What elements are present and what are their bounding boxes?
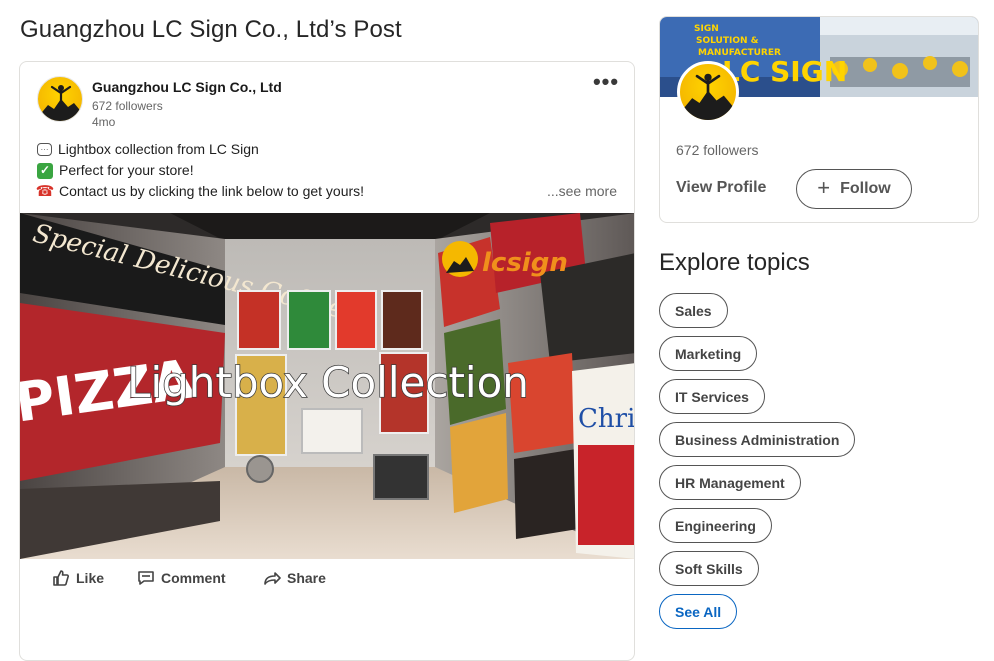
company-card: SIGN SOLUTION & MANUFACTURER LC SIGN 672…	[659, 16, 979, 223]
view-profile-button[interactable]: View Profile	[676, 179, 766, 197]
post-timestamp: 4mo	[92, 115, 116, 129]
comment-button[interactable]: Comment	[137, 569, 226, 587]
post-line-text: Lightbox collection from LC Sign	[58, 141, 259, 157]
lightbox-room-photo: Special Delicious Coffee PIZZA Christ	[20, 213, 635, 559]
topic-sales[interactable]: Sales	[659, 293, 728, 328]
plus-icon: +	[817, 175, 831, 200]
company-card-avatar[interactable]	[677, 61, 739, 123]
post-header: Guangzhou LC Sign Co., Ltd 672 followers…	[20, 62, 634, 137]
share-label: Share	[287, 570, 326, 586]
christmas-sign-text: Christ	[578, 404, 635, 434]
telephone-icon: ☎	[35, 183, 55, 200]
topic-engineering[interactable]: Engineering	[659, 508, 772, 543]
more-options-icon[interactable]: •••	[592, 68, 620, 96]
see-all-topics-button[interactable]: See All	[659, 594, 738, 629]
thumbs-up-icon	[53, 570, 69, 586]
svg-text:SIGN: SIGN	[694, 24, 719, 34]
post-body: ··· Lightbox collection from LC Sign ✓ P…	[35, 139, 617, 202]
share-arrow-icon	[264, 572, 281, 585]
like-label: Like	[76, 570, 105, 586]
comment-label: Comment	[161, 570, 226, 586]
topic-hr-management[interactable]: HR Management	[659, 465, 801, 500]
post-actions: Like Comment Share	[20, 559, 634, 603]
follow-label: Follow	[840, 180, 891, 197]
explore-topics-heading: Explore topics	[659, 249, 810, 276]
see-more-link[interactable]: ...see more	[547, 181, 617, 202]
page-title: Guangzhou LC Sign Co., Ltd’s Post	[20, 16, 402, 43]
speech-balloon-icon: ···	[37, 143, 52, 156]
check-mark-icon: ✓	[37, 162, 53, 179]
topic-marketing[interactable]: Marketing	[659, 336, 758, 371]
topic-soft-skills[interactable]: Soft Skills	[659, 551, 759, 586]
company-name-link[interactable]: Guangzhou LC Sign Co., Ltd	[92, 79, 282, 95]
company-logo-icon	[680, 73, 736, 120]
like-button[interactable]: Like	[52, 569, 104, 587]
image-overlay-title: Lightbox Collection	[127, 358, 529, 407]
svg-text:SOLUTION &: SOLUTION &	[696, 36, 759, 46]
topic-it-services[interactable]: IT Services	[659, 379, 765, 414]
post-line: ··· Lightbox collection from LC Sign	[37, 139, 617, 160]
share-button[interactable]: Share	[263, 569, 326, 587]
post-image[interactable]: Special Delicious Coffee PIZZA Christ	[20, 213, 635, 559]
company-follower-count: 672 followers	[676, 142, 759, 158]
follower-count: 672 followers	[92, 99, 163, 113]
post-line-text: Contact us by clicking the link below to…	[59, 183, 365, 199]
post-line: ✓ Perfect for your store!	[37, 160, 617, 181]
post-line: ☎ Contact us by clicking the link below …	[35, 181, 617, 202]
comment-icon	[138, 571, 154, 585]
lcsign-logo-text: lcsign	[482, 248, 568, 278]
post-line-text: Perfect for your store!	[59, 162, 194, 178]
company-avatar[interactable]	[37, 76, 83, 122]
company-logo-icon	[38, 85, 82, 121]
topic-business-administration[interactable]: Business Administration	[659, 422, 856, 457]
post-card: Guangzhou LC Sign Co., Ltd 672 followers…	[19, 61, 635, 661]
svg-text:LC SIGN: LC SIGN	[722, 55, 847, 88]
follow-button[interactable]: + Follow	[796, 169, 912, 209]
